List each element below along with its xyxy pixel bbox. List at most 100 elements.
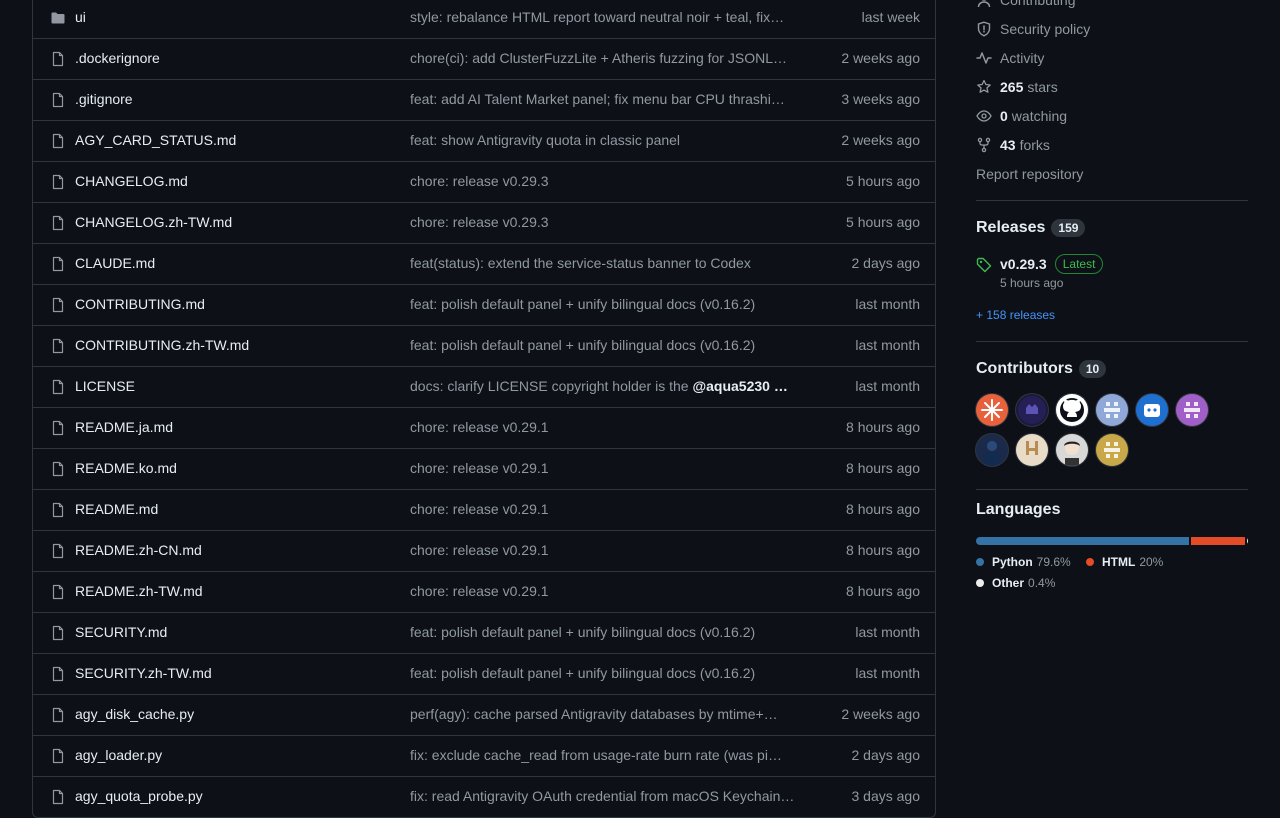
file-row[interactable]: agy_quota_probe.py fix: read Antigravity …: [33, 776, 935, 817]
contributor-avatar[interactable]: [1056, 394, 1088, 426]
file-name[interactable]: SECURITY.zh-TW.md: [75, 665, 212, 681]
languages-bar: [976, 537, 1248, 545]
file-row[interactable]: LICENSE docs: clarify LICENSE copyright h…: [33, 366, 935, 407]
file-row[interactable]: SECURITY.zh-TW.md feat: polish default pa…: [33, 653, 935, 694]
commit-message[interactable]: feat: polish default panel + unify bilin…: [410, 665, 800, 681]
commit-message[interactable]: feat(status): extend the service-status …: [410, 255, 800, 271]
forks-link[interactable]: 43 forks: [976, 135, 1050, 155]
commit-message[interactable]: feat: polish default panel + unify bilin…: [410, 296, 800, 312]
report-repository-label: Report repository: [976, 166, 1084, 182]
file-name[interactable]: agy_disk_cache.py: [75, 706, 194, 722]
file-row[interactable]: agy_loader.py fix: exclude cache_read fro…: [33, 735, 935, 776]
commit-message[interactable]: fix: read Antigravity OAuth credential f…: [410, 788, 800, 804]
contributors-heading[interactable]: Contributors 10: [976, 360, 1107, 378]
releases-heading[interactable]: Releases 159: [976, 219, 1086, 237]
commit-message[interactable]: chore: release v0.29.1: [410, 542, 800, 558]
commit-message[interactable]: chore: release v0.29.1: [410, 460, 800, 476]
commit-message[interactable]: chore: release v0.29.1: [410, 419, 800, 435]
file-name[interactable]: CONTRIBUTING.md: [75, 296, 205, 312]
contributor-avatar[interactable]: [1096, 394, 1128, 426]
commit-message-text: feat: polish default panel + unify bilin…: [410, 337, 756, 353]
security-policy-link[interactable]: Security policy: [976, 19, 1090, 39]
activity-link[interactable]: Activity: [976, 48, 1044, 68]
file-name[interactable]: SECURITY.md: [75, 624, 167, 640]
language-percent: 0.4%: [1028, 576, 1056, 590]
more-releases-link[interactable]: + 158 releases: [976, 308, 1055, 322]
release-time: 5 hours ago: [1000, 276, 1064, 290]
file-row[interactable]: ui style: rebalance HTML report toward ne…: [33, 0, 935, 38]
language-item[interactable]: Python 79.6%: [976, 555, 1071, 569]
stars-link[interactable]: 265 stars: [976, 77, 1058, 97]
language-bar-segment: [1246, 537, 1248, 545]
file-name[interactable]: README.zh-CN.md: [75, 542, 202, 558]
language-item[interactable]: HTML 20%: [1086, 555, 1163, 569]
file-name[interactable]: ui: [75, 9, 86, 25]
file-name[interactable]: agy_loader.py: [75, 747, 162, 763]
file-row[interactable]: CHANGELOG.md chore: release v0.29.3 5 hour…: [33, 161, 935, 202]
file-row[interactable]: README.zh-TW.md chore: release v0.29.1 8 h…: [33, 571, 935, 612]
file-name[interactable]: CONTRIBUTING.zh-TW.md: [75, 337, 249, 353]
contributor-avatar[interactable]: [976, 394, 1008, 426]
file-name[interactable]: AGY_CARD_STATUS.md: [75, 132, 236, 148]
commit-message[interactable]: style: rebalance HTML report toward neut…: [410, 9, 800, 25]
commit-message-text: chore: release v0.29.1: [410, 460, 549, 476]
commit-message[interactable]: chore: release v0.29.3: [410, 173, 800, 189]
file-row[interactable]: AGY_CARD_STATUS.md feat: show Antigravity…: [33, 120, 935, 161]
contributor-avatar[interactable]: [1096, 434, 1128, 466]
commit-message-text: chore(ci): add ClusterFuzzLite + Atheris…: [410, 50, 787, 66]
contributing-label: Contributing: [1000, 0, 1076, 8]
language-name: HTML: [1102, 555, 1136, 569]
commit-message[interactable]: chore: release v0.29.1: [410, 583, 800, 599]
file-row[interactable]: CONTRIBUTING.zh-TW.md feat: polish defaul…: [33, 325, 935, 366]
commit-message[interactable]: chore: release v0.29.1: [410, 501, 800, 517]
commit-message[interactable]: feat: polish default panel + unify bilin…: [410, 337, 800, 353]
language-bar-segment: [1191, 537, 1245, 545]
contributor-avatar[interactable]: [1016, 434, 1048, 466]
commit-message[interactable]: chore: release v0.29.3: [410, 214, 800, 230]
commit-message[interactable]: perf(agy): cache parsed Antigravity data…: [410, 706, 800, 722]
contributor-avatar[interactable]: [1176, 394, 1208, 426]
commit-mention[interactable]: @aqua5230 …: [692, 378, 787, 394]
tag-icon: [976, 257, 992, 273]
commit-message[interactable]: feat: show Antigravity quota in classic …: [410, 132, 800, 148]
file-name[interactable]: README.ko.md: [75, 460, 177, 476]
file-name[interactable]: agy_quota_probe.py: [75, 788, 203, 804]
commit-message[interactable]: feat: polish default panel + unify bilin…: [410, 624, 800, 640]
divider: [976, 489, 1248, 490]
contributor-avatar[interactable]: [1016, 394, 1048, 426]
report-repository-link[interactable]: Report repository: [976, 164, 1083, 184]
file-row[interactable]: CHANGELOG.zh-TW.md chore: release v0.29.3…: [33, 202, 935, 243]
file-row[interactable]: .gitignore feat: add AI Talent Market pan…: [33, 79, 935, 120]
commit-message[interactable]: chore(ci): add ClusterFuzzLite + Atheris…: [410, 50, 800, 66]
file-name[interactable]: .gitignore: [75, 91, 133, 107]
file-name[interactable]: LICENSE: [75, 378, 135, 394]
file-list: ui style: rebalance HTML report toward ne…: [32, 0, 936, 818]
file-row[interactable]: README.zh-CN.md chore: release v0.29.1 8 h…: [33, 530, 935, 571]
file-name[interactable]: CHANGELOG.md: [75, 173, 188, 189]
contributor-avatar[interactable]: [976, 434, 1008, 466]
file-name[interactable]: README.md: [75, 501, 158, 517]
file-row[interactable]: README.md chore: release v0.29.1 8 hours a…: [33, 489, 935, 530]
file-row[interactable]: agy_disk_cache.py perf(agy): cache parsed…: [33, 694, 935, 735]
latest-release[interactable]: v0.29.3 Latest: [1000, 254, 1104, 274]
watching-link[interactable]: 0 watching: [976, 106, 1067, 126]
file-row[interactable]: CLAUDE.md feat(status): extend the servic…: [33, 243, 935, 284]
file-name[interactable]: CHANGELOG.zh-TW.md: [75, 214, 232, 230]
watching-label: watching: [1011, 108, 1068, 124]
file-name[interactable]: .dockerignore: [75, 50, 160, 66]
contributor-avatar[interactable]: [1056, 434, 1088, 466]
contributor-avatar[interactable]: [1136, 394, 1168, 426]
file-row[interactable]: CONTRIBUTING.md feat: polish default pane…: [33, 284, 935, 325]
contributing-link[interactable]: Contributing: [976, 0, 1076, 10]
commit-message[interactable]: fix: exclude cache_read from usage-rate …: [410, 747, 800, 763]
file-row[interactable]: SECURITY.md feat: polish default panel + …: [33, 612, 935, 653]
file-row[interactable]: .dockerignore chore(ci): add ClusterFuzzL…: [33, 38, 935, 79]
commit-message[interactable]: docs: clarify LICENSE copyright holder i…: [410, 378, 800, 394]
file-name[interactable]: README.ja.md: [75, 419, 173, 435]
file-name[interactable]: CLAUDE.md: [75, 255, 155, 271]
file-row[interactable]: README.ko.md chore: release v0.29.1 8 hour…: [33, 448, 935, 489]
commit-message[interactable]: feat: add AI Talent Market panel; fix me…: [410, 91, 800, 107]
file-row[interactable]: README.ja.md chore: release v0.29.1 8 hour…: [33, 407, 935, 448]
language-item[interactable]: Other 0.4%: [976, 576, 1055, 590]
file-name[interactable]: README.zh-TW.md: [75, 583, 203, 599]
